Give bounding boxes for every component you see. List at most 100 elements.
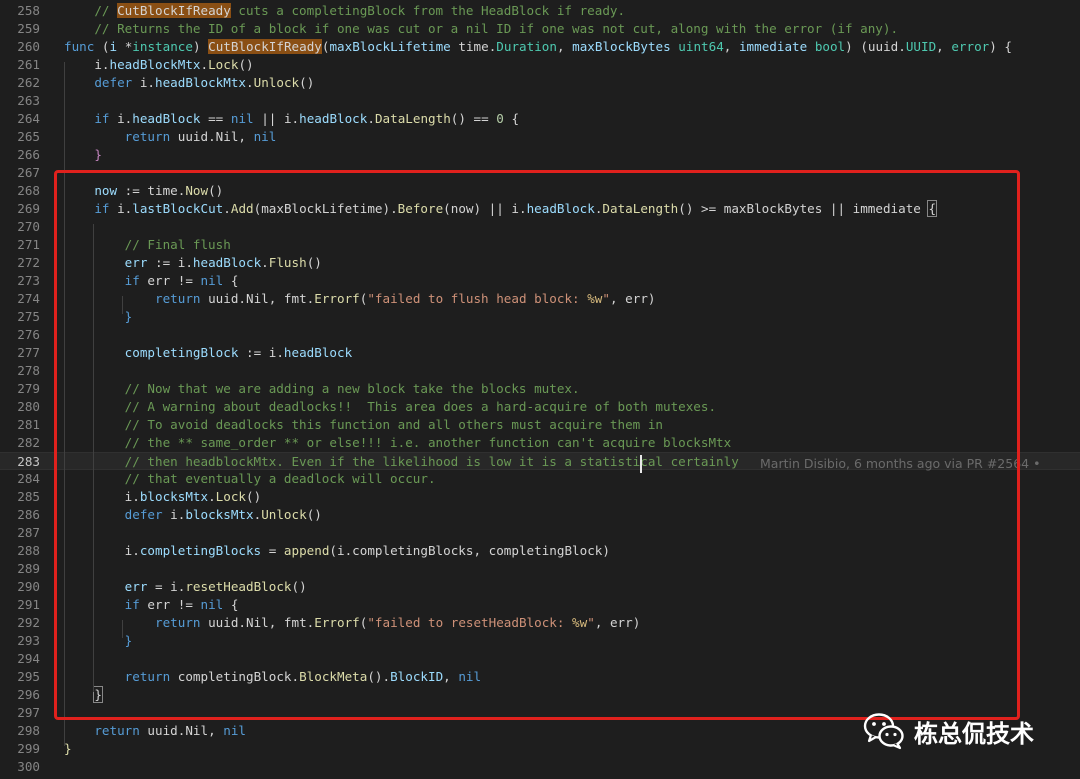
code-token: CutBlockIfReady (117, 3, 231, 18)
code-line[interactable]: 262 defer i.headBlockMtx.Unlock() (0, 74, 1080, 92)
line-number: 279 (17, 381, 40, 396)
line-number: 296 (17, 687, 40, 702)
line-code[interactable]: if i.headBlock == nil || i.headBlock.Dat… (64, 110, 519, 128)
code-token: i. (64, 57, 110, 72)
code-token: // (64, 3, 118, 18)
code-editor[interactable]: 258 // CutBlockIfReady cuts a completing… (0, 0, 1080, 779)
code-token: { (503, 111, 520, 126)
code-line[interactable]: 263 (0, 92, 1080, 110)
line-number: 265 (17, 129, 40, 144)
code-token: , (556, 39, 573, 54)
code-token: nil (253, 129, 277, 144)
code-line[interactable]: 260 func (i *instance) CutBlockIfReady(ma… (0, 38, 1080, 56)
line-code[interactable]: } (64, 146, 102, 164)
code-token: error (951, 39, 990, 54)
code-token: maxBlockLifetime (329, 39, 451, 54)
code-token: , (936, 39, 952, 54)
watermark: 栋总侃技术 (862, 707, 1034, 755)
line-code[interactable]: // Returns the ID of a block if one was … (64, 20, 898, 38)
line-number: 290 (17, 579, 40, 594)
code-token: } (64, 147, 102, 162)
code-line[interactable]: 261 i.headBlockMtx.Lock() (0, 56, 1080, 74)
code-token: i. (132, 75, 156, 90)
code-token: func (64, 39, 95, 54)
line-number: 272 (17, 255, 40, 270)
line-code[interactable]: // CutBlockIfReady cuts a completingBloc… (64, 2, 625, 20)
code-token: } (64, 741, 72, 756)
code-token: ( (94, 39, 110, 54)
line-number: 258 (17, 3, 40, 18)
line-number: 287 (17, 525, 40, 540)
code-token: . (200, 57, 209, 72)
line-number: 261 (17, 57, 40, 72)
line-code[interactable]: i.headBlockMtx.Lock() (64, 56, 253, 74)
line-number: 282 (17, 435, 40, 450)
highlight-box (54, 170, 1020, 720)
code-token: uuid.Nil, (139, 723, 224, 738)
line-code[interactable]: } (64, 740, 72, 758)
line-number: 276 (17, 327, 40, 342)
code-line[interactable]: 259 // Returns the ID of a block if one … (0, 20, 1080, 38)
line-number: 268 (17, 183, 40, 198)
line-number: 292 (17, 615, 40, 630)
code-token: Lock (208, 57, 239, 72)
code-token: immediate (738, 39, 808, 54)
code-token: headBlock (132, 111, 201, 126)
code-token: headBlockMtx (109, 57, 201, 72)
code-token: return (124, 129, 171, 144)
code-token: 0 (496, 111, 504, 126)
line-code[interactable]: return uuid.Nil, nil (64, 722, 246, 740)
line-number: 298 (17, 723, 40, 738)
code-line[interactable]: 265 return uuid.Nil, nil (0, 128, 1080, 146)
code-token: || i. (253, 111, 300, 126)
code-token: . (246, 75, 254, 90)
line-code[interactable]: return uuid.Nil, nil (64, 128, 277, 146)
line-number: 270 (17, 219, 40, 234)
code-token: uuid.Nil, (170, 129, 254, 144)
code-token: bool (814, 39, 846, 54)
code-token: instance (132, 39, 193, 54)
code-line[interactable]: 258 // CutBlockIfReady cuts a completing… (0, 2, 1080, 20)
code-token: ) (192, 39, 209, 54)
code-token: maxBlockBytes (572, 39, 671, 54)
line-number: 263 (17, 93, 40, 108)
code-token: if (94, 111, 110, 126)
code-token: () (299, 75, 315, 90)
line-code[interactable]: defer i.headBlockMtx.Unlock() (64, 74, 314, 92)
line-number: 300 (17, 759, 40, 774)
line-number: 294 (17, 651, 40, 666)
code-token: defer (94, 75, 133, 90)
line-number: 273 (17, 273, 40, 288)
code-token: // Returns the ID of a block if one was … (64, 21, 899, 36)
line-number: 293 (17, 633, 40, 648)
code-line[interactable]: 264 if i.headBlock == nil || i.headBlock… (0, 110, 1080, 128)
line-number: 274 (17, 291, 40, 306)
line-number: 289 (17, 561, 40, 576)
line-number: 275 (17, 309, 40, 324)
wechat-icon (863, 713, 904, 750)
line-number: 267 (17, 165, 40, 180)
code-line[interactable]: 266 } (0, 146, 1080, 164)
line-number: 286 (17, 507, 40, 522)
line-number: 283 (17, 454, 40, 469)
code-token: time. (450, 39, 497, 54)
line-number: 299 (17, 741, 40, 756)
line-number: 262 (17, 75, 40, 90)
line-number: 278 (17, 363, 40, 378)
code-token: headBlockMtx (155, 75, 247, 90)
code-token: nil (230, 111, 254, 126)
line-number: 269 (17, 201, 40, 216)
code-token: Unlock (253, 75, 300, 90)
watermark-text: 栋总侃技术 (914, 719, 1034, 748)
code-token: UUID (905, 39, 937, 54)
line-number: 259 (17, 21, 40, 36)
line-code[interactable]: func (i *instance) CutBlockIfReady(maxBl… (64, 38, 1012, 56)
line-number: 284 (17, 471, 40, 486)
line-number: 271 (17, 237, 40, 252)
code-token: CutBlockIfReady (208, 39, 322, 54)
code-line[interactable]: 300 (0, 758, 1080, 776)
